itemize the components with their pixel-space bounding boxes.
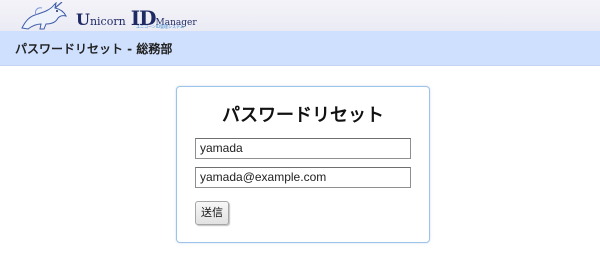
top-header-bar: Unicorn IDManager ユニコーンID管理システム: [0, 0, 600, 31]
page-subheader: パスワードリセット - 総務部: [0, 31, 600, 66]
unicorn-logo-icon: [21, 2, 67, 30]
password-reset-card: パスワードリセット yamada yamada@example.com 送信: [176, 86, 430, 243]
logo-tagline: ユニコーンID管理システム: [136, 24, 184, 29]
email-input[interactable]: yamada@example.com: [195, 167, 411, 188]
username-input[interactable]: yamada: [195, 138, 411, 159]
page-subtitle: パスワードリセット - 総務部: [15, 42, 173, 56]
unicorn-id-manager-logo[interactable]: Unicorn IDManager ユニコーンID管理システム: [16, 2, 197, 30]
password-reset-title: パスワードリセット: [222, 105, 384, 126]
submit-button[interactable]: 送信: [195, 201, 229, 225]
